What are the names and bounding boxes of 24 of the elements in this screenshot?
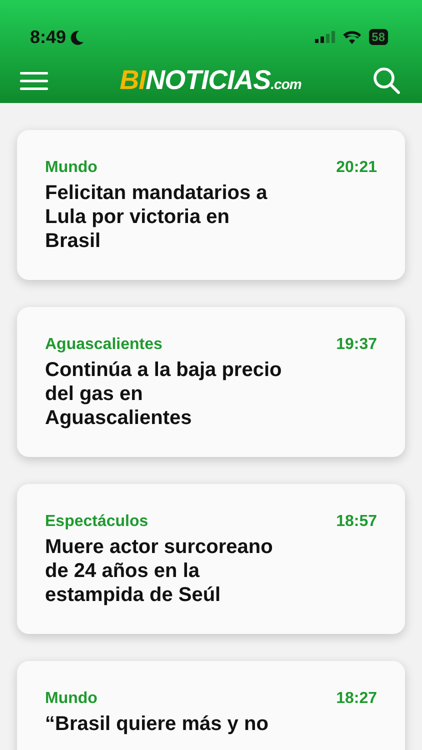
time-label: 18:27 [336,689,377,709]
news-card[interactable]: Mundo 20:21 Felicitan mandatarios a Lula por victoria en Brasil [17,130,405,280]
search-icon[interactable] [372,67,400,94]
news-card[interactable]: Aguascalientes 19:37 Continúa a la baja precio del gas en Aguascalientes [17,307,405,457]
logo: BINOTICIAS.com [120,67,302,94]
category-label: Mundo [45,158,98,178]
headline: “Brasil quiere más y no [45,712,270,736]
headline: Continúa a la baja precio del gas en Aguascalientes [45,358,283,430]
category-label: Espectáculos [45,512,148,532]
time-label: 20:21 [336,158,377,178]
headline: Muere actor surcoreano de 24 años en la estampida de Seúl [45,535,274,607]
headline: Felicitan mandatarios a Lula por victoria en Brasil [45,181,268,253]
news-card[interactable]: Mundo 18:27 “Brasil quiere más y no [17,661,405,750]
category-label: Aguascalientes [45,335,162,355]
signal-icon [314,31,335,43]
moon-icon [70,30,84,44]
battery-indicator: 58 [368,29,388,45]
category-label: Mundo [45,689,98,709]
menu-icon[interactable] [20,72,48,90]
wifi-icon [342,30,361,44]
time-label: 18:57 [336,512,377,532]
status-time: 8:49 [30,26,66,48]
news-card[interactable]: Espectáculos 18:57 Muere actor surcoreano de 24 años en la estampida de Seúl [17,484,405,634]
time-label: 19:37 [336,335,377,355]
